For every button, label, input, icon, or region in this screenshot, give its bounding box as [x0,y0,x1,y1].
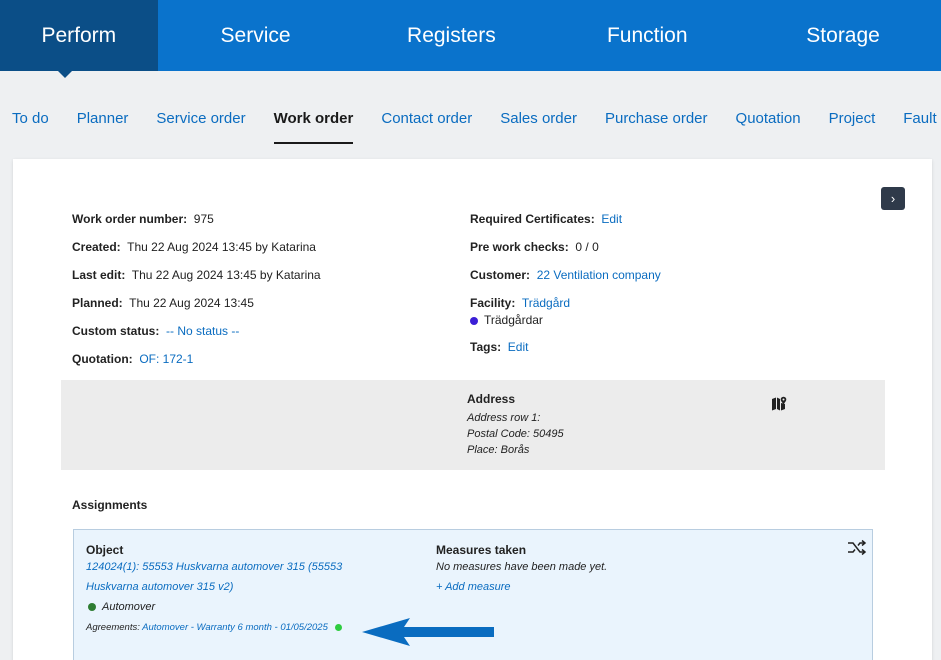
subnav-work-order[interactable]: Work order [273,110,354,144]
sub-navigation: To do Planner Service order Work order C… [0,110,941,144]
customer: Customer: 22 Ventilation company [470,268,661,282]
field-label: Work order number: [72,212,188,226]
quotation: Quotation: OF: 172-1 [72,352,193,366]
subnav-service-order[interactable]: Service order [156,110,245,144]
address-postal-code: Postal Code: 50495 [467,428,564,440]
agreement-link[interactable]: Automover - Warranty 6 month - 01/05/202… [142,622,328,633]
subnav-sales-order[interactable]: Sales order [500,110,577,144]
field-label: Customer: [470,268,531,282]
measures-empty-text: No measures have been made yet. [436,561,608,573]
quotation-link[interactable]: OF: 172-1 [139,352,193,366]
tags: Tags: Edit [470,340,528,354]
subnav-fault[interactable]: Fault [903,110,936,144]
field-label: Created: [72,240,121,254]
subnav-to-do[interactable]: To do [12,110,49,144]
agreements-label: Agreements: [86,622,140,633]
field-value: 0 / 0 [575,240,599,254]
field-label: Custom status: [72,324,160,338]
add-measure-link[interactable]: + Add measure [436,581,511,593]
agreements: Agreements: Automover - Warranty 6 month… [86,622,348,633]
subnav-purchase-order[interactable]: Purchase order [605,110,708,144]
object-type-label: Automover [102,601,156,613]
field-label: Planned: [72,296,123,310]
subnav-quotation[interactable]: Quotation [736,110,801,144]
tab-label: Service [220,23,291,47]
facility-sub: Trädgårdar [470,313,543,327]
agreement-status-dot [334,623,342,631]
assignments-title: Assignments [72,498,148,512]
tab-label: Storage [806,23,880,47]
top-navigation: Perform Service Registers Function Stora… [0,0,941,78]
tab-label: Function [606,23,688,47]
required-certificates: Required Certificates: Edit [470,212,622,226]
tab-service[interactable]: Service [158,0,354,71]
field-value: Thu 22 Aug 2024 13:45 by Katarina [131,268,321,282]
address-place: Place: Borås [467,444,530,456]
pre-work-checks: Pre work checks: 0 / 0 [470,240,599,254]
subnav-project[interactable]: Project [829,110,876,144]
field-label: Required Certificates: [470,212,595,226]
tab-function[interactable]: Function [549,0,745,71]
field-value: Thu 22 Aug 2024 13:45 by Katarina [127,240,316,254]
arrow-left-icon [362,618,494,646]
tab-storage[interactable]: Storage [745,0,941,71]
address-title: Address [467,392,516,406]
field-label: Quotation: [72,352,133,366]
tab-perform[interactable]: Perform [0,0,158,78]
work-order-number: Work order number: 975 [72,212,214,226]
customer-link[interactable]: 22 Ventilation company [537,268,661,282]
address-row-1: Address row 1: [467,412,541,424]
tab-label: Registers [407,23,496,47]
shuffle-icon[interactable] [847,539,867,556]
object-link-line-1[interactable]: 124024(1): 55553 Huskvarna automover 315… [86,561,342,573]
custom-status: Custom status: -- No status -- [72,324,239,338]
planned: Planned: Thu 22 Aug 2024 13:45 [72,296,254,310]
work-order-card: › Work order number: 975 Created: Thu 22… [13,159,932,660]
tags-edit-link[interactable]: Edit [508,340,529,354]
field-label: Last edit: [72,268,126,282]
field-value: 975 [193,212,214,226]
custom-status-link[interactable]: -- No status -- [166,324,239,338]
created: Created: Thu 22 Aug 2024 13:45 by Katari… [72,240,316,254]
subnav-planner[interactable]: Planner [77,110,129,144]
field-label: Pre work checks: [470,240,569,254]
assignment-card: Object 124024(1): 55553 Huskvarna automo… [73,529,873,660]
map-pin-icon[interactable] [771,395,787,411]
facility-status-dot [470,316,478,325]
object-type: Automover [88,601,155,613]
facility-sub-value: Trädgårdar [484,313,543,327]
field-label: Tags: [470,340,502,354]
tab-label: Perform [41,23,117,47]
subnav-contact-order[interactable]: Contact order [381,110,472,144]
address-section: Address Address row 1: Postal Code: 5049… [61,380,885,470]
object-header: Object [86,543,124,557]
object-link-line-2[interactable]: Huskvarna automover 315 v2) [86,581,233,593]
chevron-right-icon: › [890,191,896,206]
last-edit: Last edit: Thu 22 Aug 2024 13:45 by Kata… [72,268,321,282]
field-label: Facility: [470,296,516,310]
tab-registers[interactable]: Registers [353,0,549,71]
expand-button[interactable]: › [881,187,905,210]
required-certificates-edit-link[interactable]: Edit [601,212,622,226]
field-value: Thu 22 Aug 2024 13:45 [129,296,254,310]
object-status-dot [88,603,96,612]
facility: Facility: Trädgård [470,296,570,310]
measures-header: Measures taken [436,543,527,557]
facility-link[interactable]: Trädgård [522,296,570,310]
